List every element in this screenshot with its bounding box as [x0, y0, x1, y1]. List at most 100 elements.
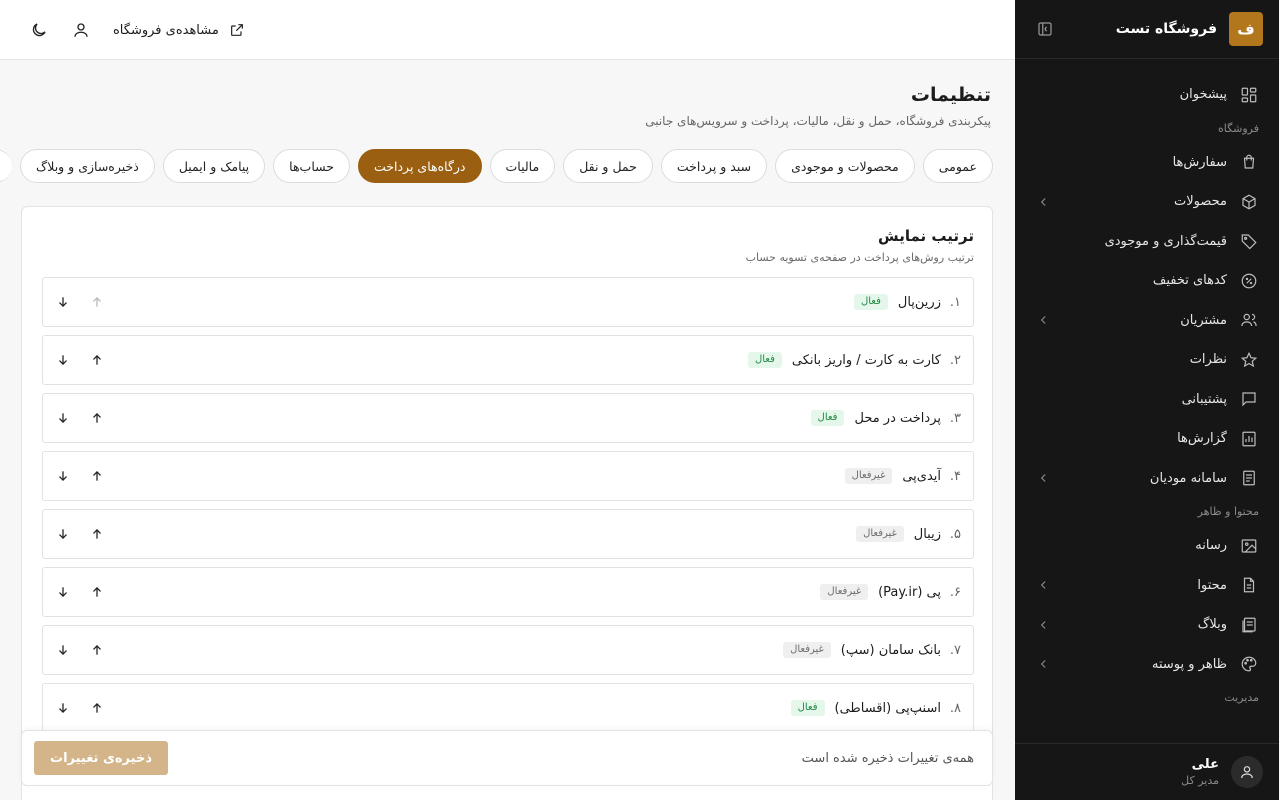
move-down-icon[interactable]: [54, 698, 74, 718]
gateway-index: ۶.: [950, 584, 962, 600]
sidebar-item-file[interactable]: محتوا: [1016, 566, 1280, 606]
move-down-icon[interactable]: [54, 524, 74, 544]
reorder-actions: [54, 640, 108, 660]
external-link-icon: [226, 18, 250, 42]
sidebar-item-label: سامانه مودیان: [1150, 470, 1228, 486]
move-down-icon[interactable]: [54, 408, 74, 428]
box-icon: [1240, 192, 1260, 212]
chevron-left-icon[interactable]: [1038, 313, 1052, 327]
move-up-icon[interactable]: [88, 582, 108, 602]
move-up-icon[interactable]: [88, 640, 108, 660]
user-name: علی: [1192, 757, 1220, 772]
reorder-actions: [54, 466, 108, 486]
status-badge: فعال: [748, 352, 783, 368]
brand-logo[interactable]: ف: [1230, 12, 1264, 46]
discount-icon: [1240, 271, 1260, 291]
tab-6[interactable]: حساب‌ها: [274, 149, 352, 183]
sidebar-item-document[interactable]: سامانه مودیان: [1016, 459, 1280, 499]
tab-0[interactable]: عمومی: [923, 149, 994, 183]
chevron-left-icon[interactable]: [1038, 471, 1052, 485]
dark-mode-moon-icon[interactable]: [28, 18, 52, 42]
move-up-icon[interactable]: [88, 698, 108, 718]
move-up-icon[interactable]: [88, 524, 108, 544]
chevron-left-icon[interactable]: [1038, 618, 1052, 632]
page-subtitle: پیکربندی فروشگاه، حمل و نقل، مالیات، پرد…: [646, 114, 992, 128]
move-up-icon[interactable]: [88, 466, 108, 486]
reorder-actions: [54, 524, 108, 544]
view-store-label: مشاهده‌ی فروشگاه: [114, 22, 220, 38]
status-badge: غیرفعال: [845, 468, 894, 484]
move-down-icon[interactable]: [54, 582, 74, 602]
tab-1[interactable]: محصولات و موجودی: [776, 149, 916, 183]
status-badge: غیرفعال: [784, 642, 832, 658]
reorder-actions: [54, 582, 108, 602]
save-changes-button[interactable]: ذخیره‌ی تغییرات: [35, 741, 169, 775]
gateway-index: ۸.: [950, 700, 962, 716]
sidebar-item-blog[interactable]: وبلاگ: [1016, 605, 1280, 645]
move-up-icon[interactable]: [88, 350, 108, 370]
gateway-index: ۲.: [950, 352, 962, 368]
gateway-name: پرداخت در محل: [855, 410, 942, 426]
tab-overflow[interactable]: [0, 149, 14, 183]
sidebar-item-palette[interactable]: ظاهر و پوسته: [1016, 645, 1280, 685]
brand-name[interactable]: فروشگاه تست: [1117, 21, 1218, 37]
user-icon[interactable]: [70, 18, 94, 42]
sidebar-item-report[interactable]: گزارش‌ها: [1016, 419, 1280, 459]
tab-7[interactable]: پیامک و ایمیل: [163, 149, 267, 183]
topbar: مشاهده‌ی فروشگاه: [0, 0, 1016, 60]
move-down-icon[interactable]: [54, 350, 74, 370]
gateway-name: اسنپ‌پی (اقساطی): [835, 700, 943, 716]
star-icon: [1240, 350, 1260, 370]
sidebar-item-bag[interactable]: سفارش‌ها: [1016, 143, 1280, 183]
chevron-left-icon[interactable]: [1038, 657, 1052, 671]
palette-icon: [1240, 654, 1260, 674]
tab-5[interactable]: درگاه‌های پرداخت: [359, 149, 483, 183]
gateway-row: ۴. آیدی‌پی غیرفعال: [43, 451, 975, 501]
chat-icon: [1240, 389, 1260, 409]
tab-4[interactable]: مالیات: [490, 149, 557, 183]
tab-8[interactable]: ذخیره‌سازی و وبلاگ: [21, 149, 156, 183]
gateway-row: ۸. اسنپ‌پی (اقساطی) فعال: [43, 683, 975, 733]
sidebar-item-dashboard[interactable]: پیشخوان: [1016, 75, 1280, 115]
sidebar-header: ف فروشگاه تست: [1016, 0, 1280, 59]
sidebar-group-content: محتوا و ظاهر: [1198, 505, 1260, 518]
sidebar-item-tag[interactable]: قیمت‌گذاری و موجودی: [1016, 222, 1280, 262]
move-down-icon[interactable]: [54, 292, 74, 312]
gateway-index: ۳.: [950, 410, 962, 426]
gateway-index: ۴.: [950, 468, 962, 484]
sidebar-item-box[interactable]: محصولات: [1016, 182, 1280, 222]
sidebar-item-label: محصولات: [1175, 194, 1228, 210]
move-up-icon[interactable]: [88, 292, 108, 312]
reorder-actions: [54, 408, 108, 428]
user-profile[interactable]: علی مدیر کل: [1016, 743, 1280, 800]
sidebar-item-star[interactable]: نظرات: [1016, 340, 1280, 380]
save-bar: همه‌ی تغییرات ذخیره شده است ذخیره‌ی تغیی…: [22, 730, 994, 786]
chevron-left-icon[interactable]: [1038, 578, 1052, 592]
file-icon: [1240, 575, 1260, 595]
users-icon: [1240, 310, 1260, 330]
reorder-actions: [54, 292, 108, 312]
gateway-row: ۲. کارت به کارت / واریز بانکی فعال: [43, 335, 975, 385]
topbar-actions: [28, 18, 94, 42]
move-up-icon[interactable]: [88, 408, 108, 428]
view-store-link[interactable]: مشاهده‌ی فروشگاه: [114, 18, 250, 42]
image-icon: [1240, 536, 1260, 556]
gateway-index: ۵.: [950, 526, 962, 542]
move-down-icon[interactable]: [54, 466, 74, 486]
sidebar-item-discount[interactable]: کدهای تخفیف: [1016, 261, 1280, 301]
sidebar-item-chat[interactable]: پشتیبانی: [1016, 380, 1280, 420]
sidebar-collapse-icon[interactable]: [1034, 17, 1058, 41]
sidebar-item-image[interactable]: رسانه: [1016, 526, 1280, 566]
sidebar-item-users[interactable]: مشتریان: [1016, 301, 1280, 341]
sidebar-nav: پیشخوان فروشگاه سفارش‌ها محصولات قیمت‌گذار…: [1016, 59, 1280, 712]
chevron-left-icon[interactable]: [1038, 195, 1052, 209]
card-title: ترتیب نمایش: [879, 227, 975, 245]
main-content: تنظیمات پیکربندی فروشگاه، حمل و نقل، مال…: [0, 60, 1016, 800]
move-down-icon[interactable]: [54, 640, 74, 660]
gateway-index: ۱.: [950, 294, 962, 310]
tab-2[interactable]: سبد و پرداخت: [661, 149, 769, 183]
gateway-name: زرین‌پال: [898, 294, 942, 310]
tab-3[interactable]: حمل و نقل: [564, 149, 654, 183]
sidebar-item-label: محتوا: [1198, 577, 1228, 593]
sidebar-item-label: پشتیبانی: [1182, 391, 1228, 407]
